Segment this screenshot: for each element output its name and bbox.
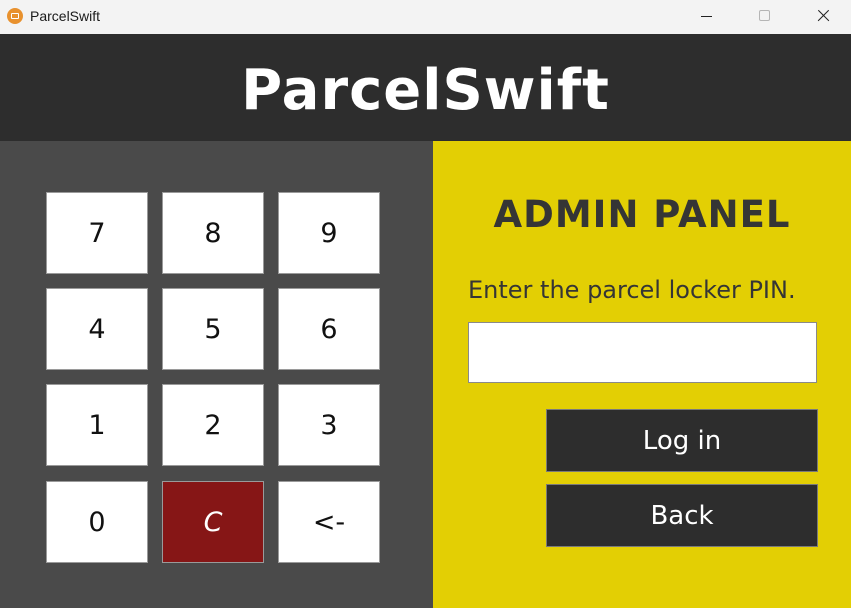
backspace-key[interactable]: <- xyxy=(278,481,380,563)
back-button[interactable]: Back xyxy=(546,484,818,547)
key-9[interactable]: 9 xyxy=(278,192,380,274)
key-7[interactable]: 7 xyxy=(46,192,148,274)
title-bar: ParcelSwift xyxy=(0,0,851,34)
minimize-icon[interactable] xyxy=(683,0,729,32)
close-icon[interactable] xyxy=(800,0,846,32)
key-1[interactable]: 1 xyxy=(46,384,148,466)
clear-key[interactable]: C xyxy=(162,481,264,563)
pin-input[interactable] xyxy=(468,322,817,383)
keypad-panel: 7 8 9 4 5 6 1 2 3 0 C <- xyxy=(0,141,433,608)
key-5[interactable]: 5 xyxy=(162,288,264,370)
maximize-icon[interactable] xyxy=(741,0,787,32)
key-6[interactable]: 6 xyxy=(278,288,380,370)
key-3[interactable]: 3 xyxy=(278,384,380,466)
app-window: ParcelSwift ParcelSwift 7 8 9 4 5 6 1 2 … xyxy=(0,0,851,608)
key-2[interactable]: 2 xyxy=(162,384,264,466)
window-title: ParcelSwift xyxy=(30,8,101,24)
parcel-app-icon xyxy=(7,8,23,24)
key-0[interactable]: 0 xyxy=(46,481,148,563)
login-button[interactable]: Log in xyxy=(546,409,818,472)
app-header: ParcelSwift xyxy=(0,34,851,141)
key-4[interactable]: 4 xyxy=(46,288,148,370)
pin-prompt-label: Enter the parcel locker PIN. xyxy=(468,276,796,304)
admin-panel-title: ADMIN PANEL xyxy=(493,193,791,236)
admin-panel: ADMIN PANEL Enter the parcel locker PIN.… xyxy=(433,141,851,608)
key-8[interactable]: 8 xyxy=(162,192,264,274)
app-heading: ParcelSwift xyxy=(241,58,610,123)
